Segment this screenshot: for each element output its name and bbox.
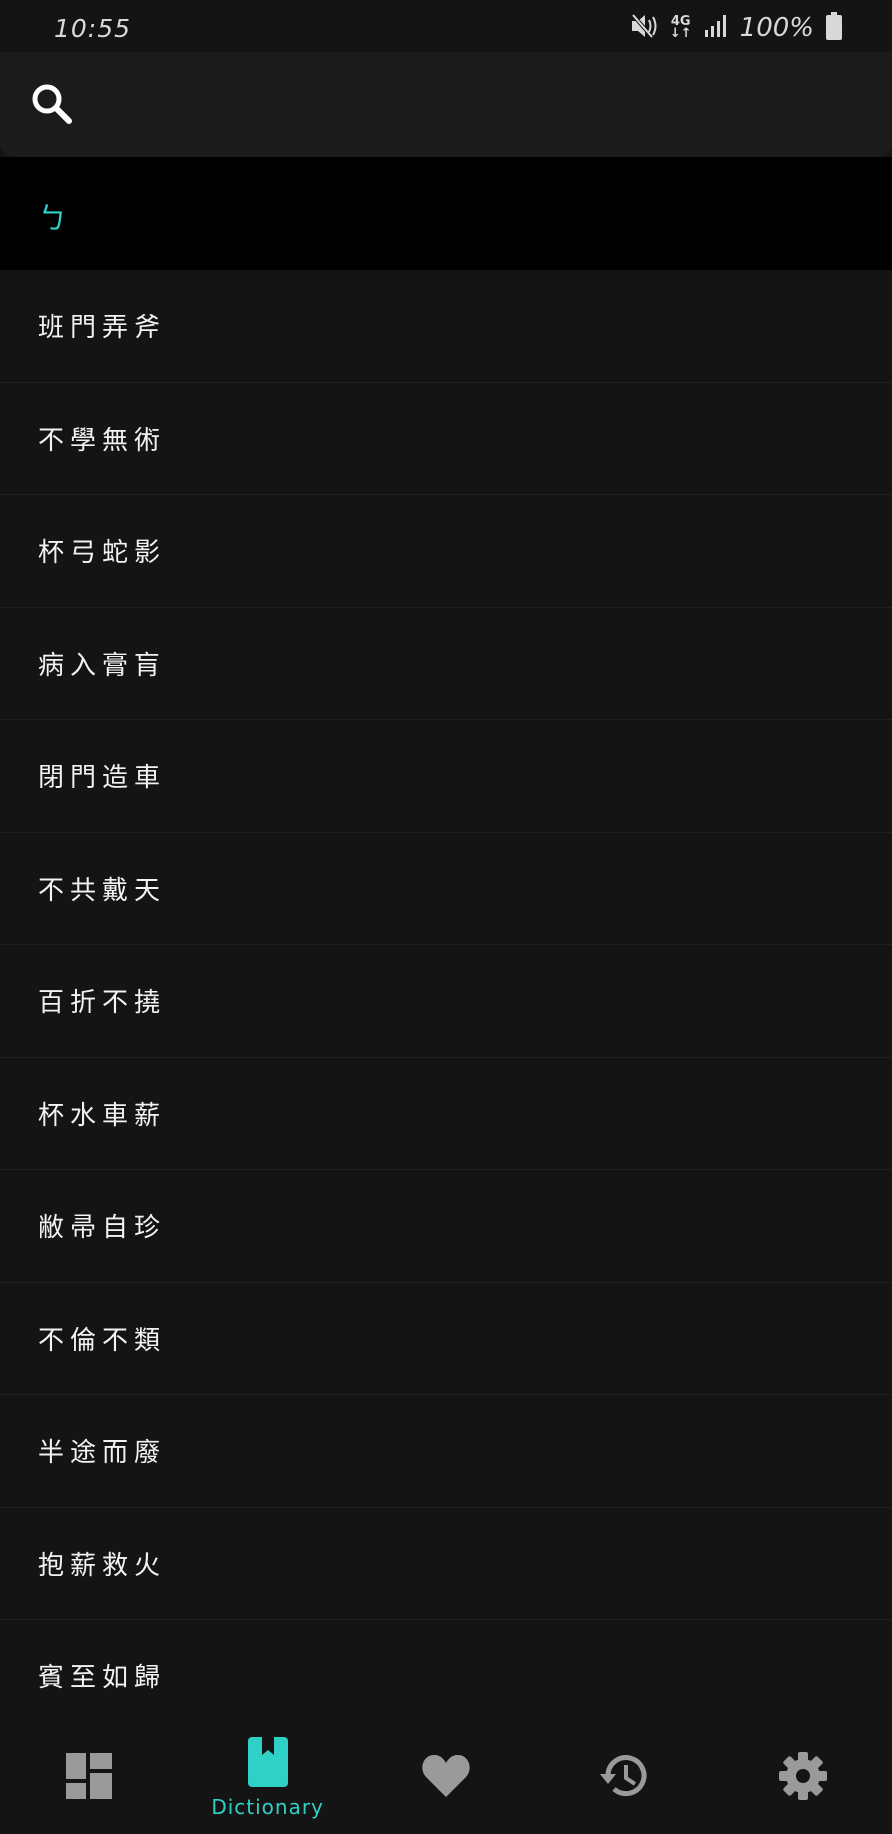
dashboard-icon[interactable]	[66, 1753, 113, 1803]
status-bar: 10:55 4G ↓↑ 100%	[0, 0, 892, 52]
gear-icon[interactable]	[778, 1751, 828, 1805]
network-indicator: 4G ↓↑	[669, 15, 692, 41]
nav-dashboard[interactable]	[0, 1722, 178, 1834]
list-item-text: 賓至如歸	[38, 1663, 167, 1694]
list-item[interactable]: 抱薪救火	[0, 1507, 892, 1620]
list-item[interactable]: 不學無術	[0, 382, 892, 495]
list-item-text: 病入膏肓	[38, 650, 167, 681]
list-item[interactable]: 賓至如歸	[0, 1620, 892, 1722]
status-time: 10:55	[54, 14, 132, 43]
list-item[interactable]: 不倫不類	[0, 1282, 892, 1395]
nav-settings[interactable]	[714, 1722, 892, 1834]
section-header: ㄅ	[0, 157, 892, 270]
list-item-text: 不學無術	[38, 425, 167, 456]
list-item-text: 敝帚自珍	[38, 1213, 167, 1244]
nav-dictionary[interactable]: Dictionary	[178, 1722, 356, 1834]
status-icons: 4G ↓↑ 100%	[630, 12, 842, 44]
search-icon[interactable]	[30, 82, 74, 130]
list-item-text: 不倫不類	[38, 1325, 167, 1356]
list-item[interactable]: 班門弄斧	[0, 270, 892, 383]
list-item[interactable]: 病入膏肓	[0, 607, 892, 720]
list-item-text: 閉門造車	[38, 763, 167, 794]
heart-icon[interactable]	[421, 1753, 471, 1803]
list-item-text: 杯弓蛇影	[38, 538, 167, 569]
signal-icon	[704, 14, 728, 42]
battery-icon	[826, 12, 842, 44]
battery-percent: 100%	[739, 13, 814, 43]
list-item[interactable]: 百折不撓	[0, 945, 892, 1058]
list-item-text: 杯水車薪	[38, 1100, 167, 1131]
nav-favorites[interactable]	[357, 1722, 535, 1834]
list-item[interactable]: 敝帚自珍	[0, 1170, 892, 1283]
dictionary-icon[interactable]	[247, 1737, 288, 1791]
list-item[interactable]: 半途而廢	[0, 1395, 892, 1508]
list-item[interactable]: 閉門造車	[0, 720, 892, 833]
list-item-text: 不共戴天	[38, 875, 167, 906]
bottom-nav: Dictionary	[0, 1722, 892, 1834]
nav-history[interactable]	[535, 1722, 713, 1834]
data-arrows-icon: ↓↑	[669, 26, 692, 41]
search-bar[interactable]	[0, 52, 892, 157]
list-item-text: 班門弄斧	[38, 313, 167, 344]
list-item[interactable]: 不共戴天	[0, 832, 892, 945]
list-item-text: 半途而廢	[38, 1438, 167, 1469]
history-icon[interactable]	[598, 1752, 650, 1804]
list-item-text: 百折不撓	[38, 988, 167, 1019]
list-item[interactable]: 杯弓蛇影	[0, 495, 892, 608]
section-letter: ㄅ	[38, 201, 68, 235]
list-item[interactable]: 杯水車薪	[0, 1057, 892, 1170]
idiom-list[interactable]: 班門弄斧 不學無術 杯弓蛇影 病入膏肓 閉門造車 不共戴天 百折不撓 杯水車薪 …	[0, 270, 892, 1722]
mute-icon	[630, 13, 658, 43]
list-item-text: 抱薪救火	[38, 1550, 167, 1581]
nav-dictionary-label: Dictionary	[211, 1795, 324, 1819]
